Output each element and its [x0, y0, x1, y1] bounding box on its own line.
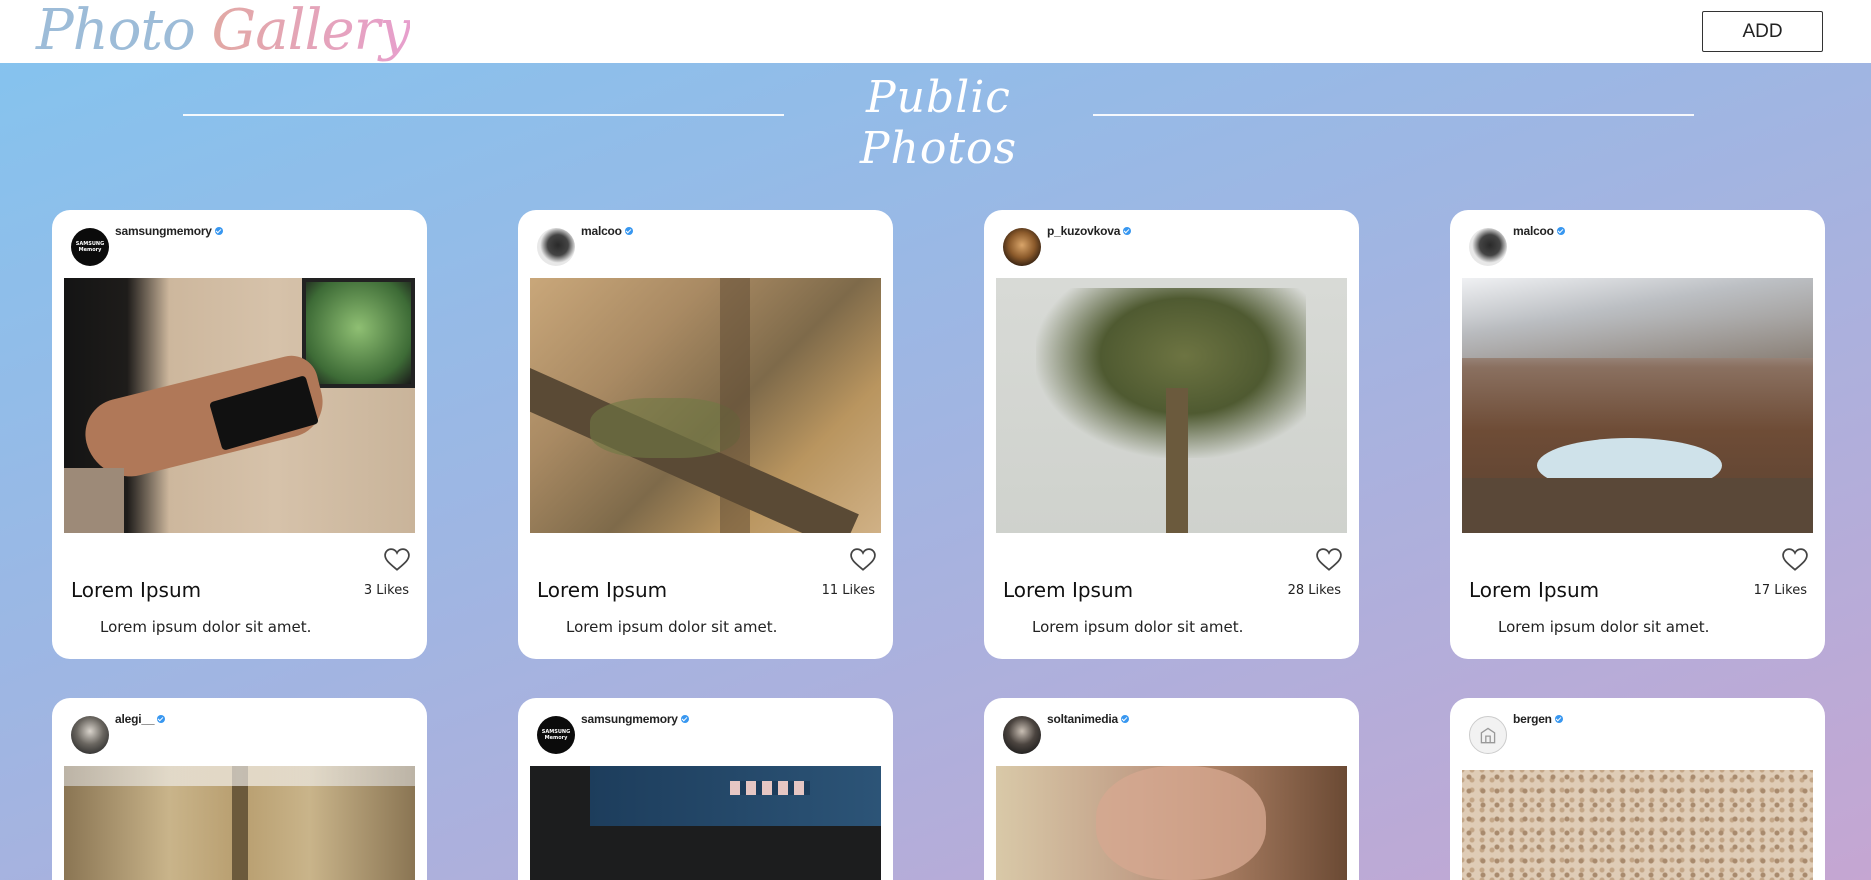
username-text: bergen	[1513, 712, 1552, 726]
username-text: malcoo	[581, 224, 622, 238]
verified-icon	[624, 227, 633, 235]
likes-count: 28 Likes	[1287, 583, 1341, 598]
photo-image[interactable]	[530, 278, 881, 533]
avatar-logo-samsung: SAMSUNG Memory	[75, 241, 105, 253]
avatar[interactable]: SAMSUNG Memory	[71, 228, 109, 266]
username-text: malcoo	[1513, 224, 1554, 238]
photo-card[interactable]: SAMSUNG Memory samsungmemory Lorem Ipsum …	[52, 210, 427, 659]
photo-image[interactable]	[1462, 278, 1813, 533]
card-description: Lorem ipsum dolor sit amet.	[100, 618, 312, 636]
photo-image[interactable]	[64, 766, 415, 880]
photo-card[interactable]: SAMSUNG Memory samsungmemory	[518, 698, 893, 880]
verified-icon	[1554, 715, 1563, 723]
likes-count: 3 Likes	[363, 583, 409, 598]
avatar[interactable]	[1003, 228, 1041, 266]
card-title: Lorem Ipsum	[1003, 578, 1134, 602]
building-icon	[1480, 727, 1496, 744]
verified-icon	[214, 227, 223, 235]
username[interactable]: samsungmemory	[115, 224, 223, 238]
card-title: Lorem Ipsum	[1469, 578, 1600, 602]
username[interactable]: p_kuzovkova	[1047, 224, 1132, 238]
username-text: soltanimedia	[1047, 712, 1118, 726]
username[interactable]: bergen	[1513, 712, 1563, 726]
verified-icon	[1123, 227, 1132, 235]
photo-card[interactable]: malcoo Lorem Ipsum 11 Likes Lorem ipsum …	[518, 210, 893, 659]
heart-icon[interactable]	[1782, 548, 1808, 572]
photo-image[interactable]	[1462, 770, 1813, 880]
verified-icon	[157, 715, 166, 723]
verified-icon	[1120, 715, 1129, 723]
photo-image[interactable]	[64, 278, 415, 533]
avatar-logo-samsung: SAMSUNG Memory	[541, 729, 571, 741]
verified-icon	[680, 715, 689, 723]
likes-count: 11 Likes	[821, 583, 875, 598]
photo-grid: SAMSUNG Memory samsungmemory Lorem Ipsum …	[0, 0, 1871, 880]
username-text: samsungmemory	[115, 224, 212, 238]
card-title: Lorem Ipsum	[71, 578, 202, 602]
verified-icon	[1556, 227, 1565, 235]
photo-card[interactable]: soltanimedia	[984, 698, 1359, 880]
username[interactable]: samsungmemory	[581, 712, 689, 726]
photo-image[interactable]	[996, 766, 1347, 880]
username[interactable]: malcoo	[1513, 224, 1565, 238]
heart-icon[interactable]	[850, 548, 876, 572]
avatar[interactable]	[1469, 228, 1507, 266]
heart-icon[interactable]	[384, 548, 410, 572]
username-text: samsungmemory	[581, 712, 678, 726]
photo-image[interactable]	[996, 278, 1347, 533]
card-description: Lorem ipsum dolor sit amet.	[1498, 618, 1710, 636]
likes-count: 17 Likes	[1753, 583, 1807, 598]
username[interactable]: soltanimedia	[1047, 712, 1129, 726]
username[interactable]: malcoo	[581, 224, 633, 238]
heart-icon[interactable]	[1316, 548, 1342, 572]
photo-card[interactable]: p_kuzovkova Lorem Ipsum 28 Likes Lorem i…	[984, 210, 1359, 659]
avatar[interactable]	[537, 228, 575, 266]
photo-card[interactable]: malcoo Lorem Ipsum 17 Likes Lorem ipsum …	[1450, 210, 1825, 659]
avatar[interactable]	[1003, 716, 1041, 754]
photo-card[interactable]: bergen	[1450, 698, 1825, 880]
avatar[interactable]	[71, 716, 109, 754]
avatar[interactable]	[1469, 716, 1507, 754]
photo-image[interactable]	[530, 766, 881, 880]
avatar[interactable]: SAMSUNG Memory	[537, 716, 575, 754]
username-text: alegi__	[115, 712, 155, 726]
username[interactable]: alegi__	[115, 712, 166, 726]
username-text: p_kuzovkova	[1047, 224, 1121, 238]
photo-card[interactable]: alegi__	[52, 698, 427, 880]
card-description: Lorem ipsum dolor sit amet.	[566, 618, 778, 636]
card-title: Lorem Ipsum	[537, 578, 668, 602]
card-description: Lorem ipsum dolor sit amet.	[1032, 618, 1244, 636]
